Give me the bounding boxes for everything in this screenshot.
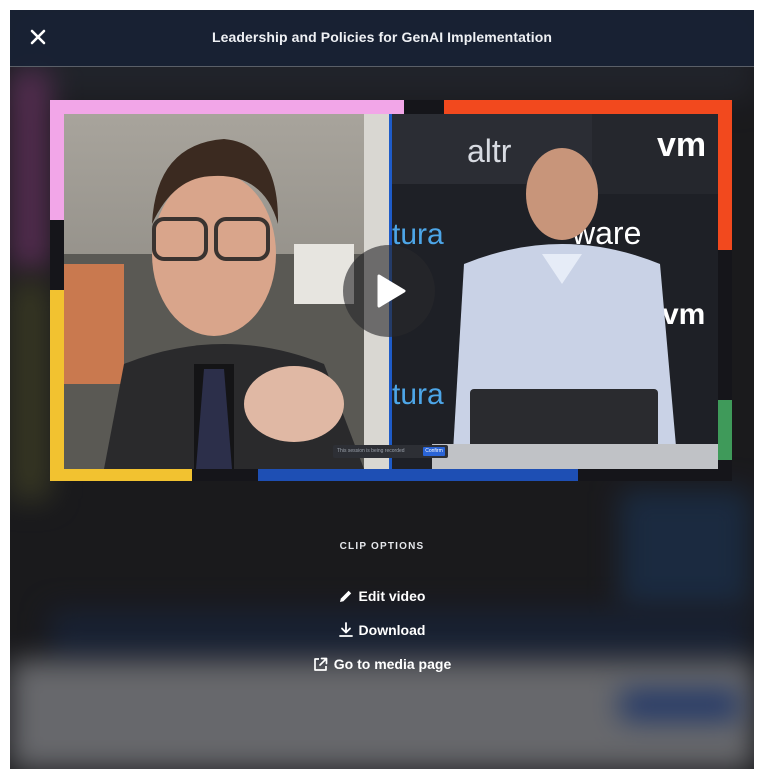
video-player[interactable]: vm tura ware altr tura vm This session i… [50, 100, 732, 481]
modal-title: Leadership and Policies for GenAI Implem… [211, 29, 553, 45]
download-label: Download [358, 622, 426, 638]
download-row: Download [0, 622, 764, 641]
edit-video-label: Edit video [358, 588, 426, 604]
frame-pink-top [50, 100, 404, 114]
speaker-right-illustration: vm tura ware altr tura vm [392, 114, 718, 469]
edit-video-row: Edit video [0, 588, 764, 606]
external-link-icon [313, 657, 328, 671]
frame-green-right [718, 400, 732, 460]
speaker-left-video [64, 114, 389, 469]
frame-pink-left [50, 100, 64, 220]
play-icon [377, 274, 406, 308]
recording-notice-text: This session is being recorded [337, 448, 405, 454]
download-button[interactable]: Download [338, 622, 426, 638]
recording-notice: This session is being recorded Confirm [333, 445, 448, 458]
frame-orange-top [444, 100, 732, 114]
logo-vm-top: vm [657, 126, 706, 164]
edit-video-button[interactable]: Edit video [339, 588, 426, 604]
clip-options-heading: CLIP OPTIONS [339, 541, 425, 552]
logo-altr: altr [467, 133, 512, 169]
media-page-row: Go to media page [0, 656, 764, 675]
download-icon [338, 622, 353, 637]
frame-yellow-left [50, 290, 64, 481]
logo-tura-bottom: tura [392, 378, 444, 411]
speaker-left-illustration [64, 114, 389, 469]
modal-header: Leadership and Policies for GenAI Implem… [10, 10, 754, 67]
logo-vm-mid: vm [662, 298, 705, 331]
frame-orange-right [718, 100, 732, 250]
recording-confirm-button[interactable]: Confirm [423, 447, 445, 456]
speaker-right-video: vm tura ware altr tura vm [392, 114, 718, 469]
go-to-media-page-button[interactable]: Go to media page [313, 656, 451, 672]
pencil-icon [339, 590, 351, 602]
frame-yellow-bottom [50, 467, 192, 481]
go-to-media-page-label: Go to media page [333, 656, 452, 672]
frame-blue-bottom [258, 467, 578, 481]
play-button[interactable] [343, 245, 435, 337]
